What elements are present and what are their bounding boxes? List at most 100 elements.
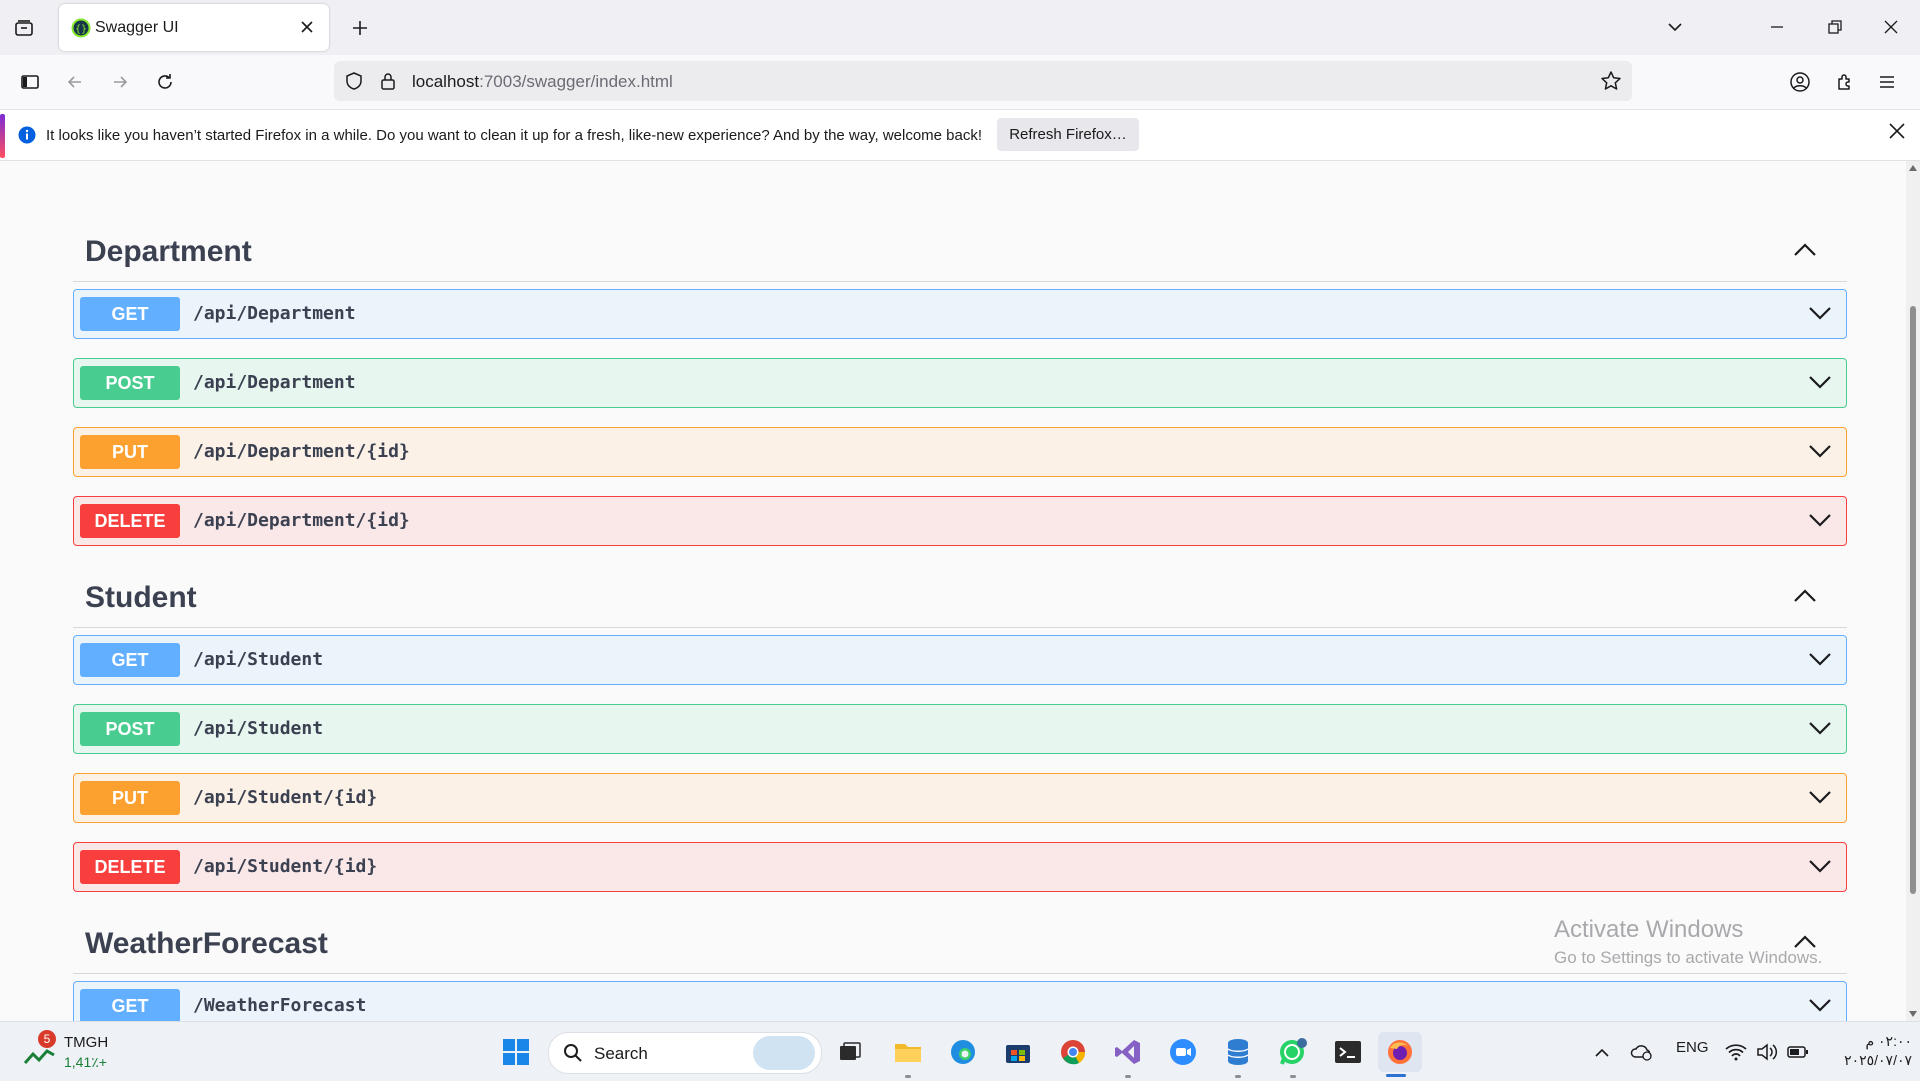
activate-windows-watermark: Activate Windows Go to Settings to activ… [1554,916,1822,968]
stock-change: 1,41٪+ [64,1054,107,1070]
chevron-up-icon[interactable] [1793,241,1817,257]
group-header[interactable]: Student [73,569,1847,628]
operation-path: /api/Student/{id} [193,787,378,808]
method-badge: DELETE [80,850,180,884]
url-path: :7003/swagger/index.html [479,72,673,91]
page-scrollbar[interactable] [1906,161,1920,1021]
operation-row[interactable]: PUT /api/Student/{id} [73,773,1847,823]
notification-accent-stripe [0,114,5,158]
file-explorer-icon[interactable] [890,1034,926,1070]
notification-message: It looks like you haven’t started Firefo… [46,127,983,144]
clock-date: ٢٠٢٥/٠٧/٠٧ [1844,1052,1912,1068]
tab-title: Swagger UI [95,19,179,36]
tab-dropdown-chevron-icon[interactable] [1660,12,1690,42]
taskbar-search-box[interactable]: Search [548,1032,822,1074]
address-bar[interactable]: localhost:7003/swagger/index.html [334,61,1632,101]
list-all-tabs-icon[interactable] [10,14,38,42]
lock-icon[interactable] [378,71,398,91]
microsoft-store-icon[interactable] [1000,1034,1036,1070]
group-title: Department [85,235,252,268]
terminal-icon[interactable] [1330,1034,1366,1070]
battery-icon[interactable] [1780,1034,1816,1070]
running-indicator [1290,1075,1296,1078]
chevron-down-icon[interactable] [1808,511,1832,529]
operation-row[interactable]: DELETE /api/Department/{id} [73,496,1847,546]
close-window-icon[interactable] [1876,12,1906,42]
swagger-content: Department GET /api/Department POST /api… [0,161,1906,1021]
tracking-protection-shield-icon[interactable] [344,71,364,91]
close-notification-icon[interactable] [1888,122,1906,140]
sidebar-toggle-icon[interactable] [15,67,45,97]
input-language[interactable]: ENG [1676,1039,1709,1056]
zoom-icon[interactable] [1165,1034,1201,1070]
chevron-down-icon[interactable] [1808,304,1832,322]
operation-row[interactable]: POST /api/Student [73,704,1847,754]
method-badge: GET [80,643,180,677]
search-icon [563,1043,583,1063]
operation-row[interactable]: PUT /api/Department/{id} [73,427,1847,477]
chevron-down-icon[interactable] [1808,996,1832,1014]
method-badge: GET [80,297,180,331]
chevron-down-icon[interactable] [1808,719,1832,737]
reload-icon[interactable] [150,67,180,97]
chevron-down-icon[interactable] [1808,373,1832,391]
new-tab-icon[interactable] [346,14,374,42]
firefox-icon[interactable] [1378,1032,1422,1072]
bookmark-star-icon[interactable] [1600,70,1622,92]
chrome-icon[interactable] [1055,1034,1091,1070]
chevron-down-icon[interactable] [1808,857,1832,875]
scroll-down-arrow-icon[interactable] [1909,1011,1917,1017]
operation-path: /api/Student/{id} [193,856,378,877]
scroll-up-arrow-icon[interactable] [1909,165,1917,171]
operation-row[interactable]: GET /api/Student [73,635,1847,685]
windows-start-icon[interactable] [498,1034,534,1070]
operation-path: /api/Department/{id} [193,441,410,462]
running-indicator [905,1075,911,1078]
tab-swagger-ui[interactable]: {} Swagger UI [59,4,329,51]
account-icon[interactable] [1785,67,1815,97]
notification-badge: 5 [38,1030,56,1048]
operation-row[interactable]: DELETE /api/Student/{id} [73,842,1847,892]
swagger-favicon-icon: {} [71,18,91,38]
stock-widget[interactable]: 5 TMGH 1,41٪+ [24,1030,124,1074]
restore-icon[interactable] [1820,12,1850,42]
show-hidden-icons-chevron-up-icon[interactable] [1584,1034,1620,1070]
group-title: WeatherForecast [85,927,328,960]
forward-arrow-icon[interactable] [105,67,135,97]
task-view-icon[interactable] [832,1034,868,1070]
group-header[interactable]: Department [73,223,1847,282]
method-badge: PUT [80,781,180,815]
stock-symbol: TMGH [64,1034,109,1051]
search-highlight-illustration [753,1036,815,1070]
method-badge: PUT [80,435,180,469]
chevron-up-icon[interactable] [1793,587,1817,603]
visual-studio-icon[interactable] [1110,1034,1146,1070]
operation-row[interactable]: GET /api/Department [73,289,1847,339]
method-badge: GET [80,989,180,1021]
menu-hamburger-icon[interactable] [1872,67,1902,97]
onedrive-sync-icon[interactable] [1624,1034,1660,1070]
whatsapp-icon[interactable] [1275,1034,1311,1070]
operation-row[interactable]: POST /api/Department [73,358,1847,408]
chevron-down-icon[interactable] [1808,788,1832,806]
running-indicator [1235,1075,1241,1078]
operation-path: /api/Student [193,649,324,670]
edge-browser-icon[interactable] [945,1034,981,1070]
scrollbar-thumb[interactable] [1910,306,1916,894]
chevron-down-icon[interactable] [1808,442,1832,460]
system-clock[interactable]: ٠٢:٠٠ م ٢٠٢٥/٠٧/٠٧ [1826,1032,1912,1070]
operation-row[interactable]: GET /WeatherForecast [73,981,1847,1021]
back-arrow-icon[interactable] [60,67,90,97]
minimize-icon[interactable] [1762,12,1792,42]
url-text[interactable]: localhost:7003/swagger/index.html [412,72,673,92]
refresh-firefox-button[interactable]: Refresh Firefox… [997,118,1139,151]
watermark-subtitle: Go to Settings to activate Windows. [1554,948,1823,967]
chevron-down-icon[interactable] [1808,650,1832,668]
extensions-puzzle-icon[interactable] [1830,67,1860,97]
method-badge: POST [80,712,180,746]
clock-time: ٠٢:٠٠ م [1865,1033,1912,1049]
operation-path: /api/Department [193,372,356,393]
sql-server-icon[interactable] [1220,1034,1256,1070]
close-tab-icon[interactable] [295,15,319,39]
operation-path: /api/Department/{id} [193,510,410,531]
